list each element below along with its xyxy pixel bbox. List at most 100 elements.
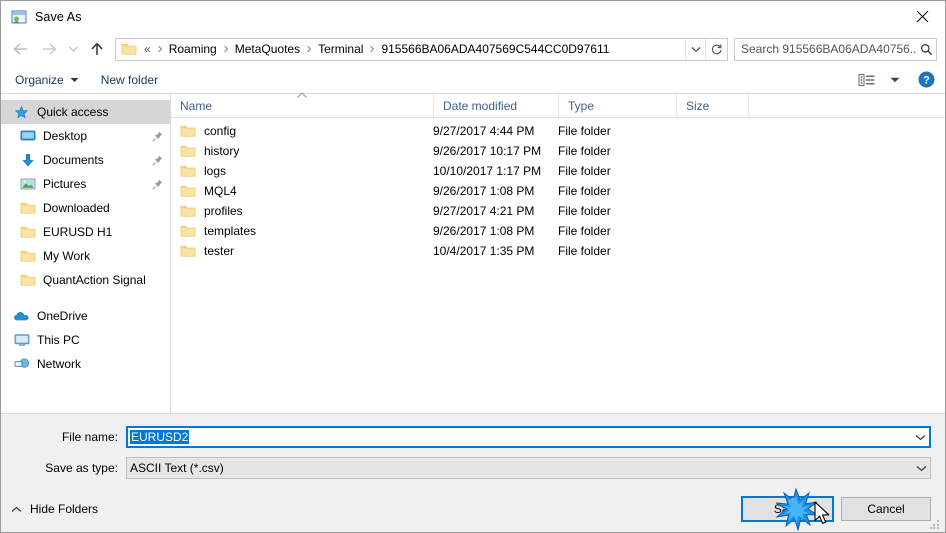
command-toolbar: Organize New folder ? — [1, 66, 945, 94]
save-as-dialog: Save As « Roaming MetaQuotes Terminal 91… — [0, 0, 946, 533]
file-type-cell: File folder — [558, 184, 611, 198]
pin-icon[interactable] — [150, 131, 164, 142]
sidebar-item-pictures[interactable]: Pictures — [1, 172, 170, 196]
cancel-button[interactable]: Cancel — [841, 497, 931, 521]
close-icon[interactable] — [899, 1, 945, 31]
save-form: File name: EURUSD2 Save as type: ASCII T… — [1, 414, 945, 486]
new-folder-button[interactable]: New folder — [101, 73, 158, 87]
help-icon[interactable]: ? — [918, 71, 935, 88]
search-input[interactable]: Search 915566BA06ADA40756... — [734, 37, 937, 61]
desktop-icon — [19, 128, 36, 144]
dialog-button-bar: Hide Folders Save Cancel — [1, 486, 945, 532]
column-header-type[interactable]: Type — [558, 93, 676, 118]
sidebar-item-documents[interactable]: Documents — [1, 148, 170, 172]
sidebar-label: This PC — [37, 333, 80, 347]
sidebar-label: EURUSD H1 — [43, 225, 113, 239]
sidebar-label: Quick access — [37, 105, 109, 119]
sidebar-item-downloaded[interactable]: Downloaded — [1, 196, 170, 220]
file-date-cell: 9/26/2017 10:17 PM — [433, 144, 542, 158]
sidebar-label: My Work — [43, 249, 91, 263]
save-button[interactable]: Save — [741, 496, 834, 522]
file-name-cell: templates — [171, 224, 433, 238]
folder-icon — [180, 164, 196, 178]
column-header-date-modified[interactable]: Date modified — [433, 93, 558, 118]
file-list-pane: Name Date modified Type Size config 9/27… — [171, 92, 945, 413]
column-header-row: Name Date modified Type Size — [171, 92, 945, 118]
sidebar-label: Desktop — [43, 129, 88, 143]
table-row[interactable]: templates 9/26/2017 1:08 PM File folder — [171, 221, 945, 241]
folder-icon — [19, 200, 36, 216]
file-name-cell: history — [171, 144, 433, 158]
up-arrow-icon[interactable] — [83, 35, 111, 63]
sidebar-item-eurusd-h1[interactable]: EURUSD H1 — [1, 220, 170, 244]
file-name-label: config — [204, 124, 237, 138]
recent-locations-icon[interactable] — [63, 35, 83, 63]
table-row[interactable]: config 9/27/2017 4:44 PM File folder — [171, 121, 945, 141]
documents-download-icon — [19, 152, 36, 168]
sidebar-item-this-pc[interactable]: This PC — [1, 328, 170, 352]
file-type-cell: File folder — [558, 244, 611, 258]
table-row[interactable]: tester 10/4/2017 1:35 PM File folder — [171, 241, 945, 261]
sidebar-label: OneDrive — [37, 309, 88, 323]
table-row[interactable]: profiles 9/27/2017 4:21 PM File folder — [171, 201, 945, 221]
new-folder-label: New folder — [100, 72, 159, 87]
file-type-cell: File folder — [558, 224, 611, 238]
address-bar[interactable]: « Roaming MetaQuotes Terminal 915566BA06… — [115, 37, 728, 61]
file-name-label: MQL4 — [204, 184, 237, 198]
network-icon — [13, 356, 30, 372]
file-name-label: templates — [204, 224, 257, 238]
file-date-cell: 9/27/2017 4:21 PM — [433, 204, 535, 218]
back-arrow-icon[interactable] — [7, 35, 35, 63]
sidebar-item-network[interactable]: Network — [1, 352, 170, 376]
sidebar-item-onedrive[interactable]: OneDrive — [1, 304, 170, 328]
view-layout-icon[interactable] — [858, 72, 878, 88]
sidebar-item-my-work[interactable]: My Work — [1, 244, 170, 268]
save-button-label: Save — [773, 502, 802, 516]
hide-folders-button[interactable]: Hide Folders — [11, 502, 98, 516]
folder-icon — [121, 42, 137, 56]
pin-icon[interactable] — [150, 155, 164, 166]
breadcrumb-overflow[interactable]: « — [141, 42, 154, 56]
sidebar-item-quick-access[interactable]: Quick access — [1, 100, 170, 124]
breadcrumb-roaming[interactable]: Roaming — [166, 42, 220, 56]
chevron-down-icon[interactable] — [912, 434, 929, 441]
file-name-input[interactable]: EURUSD2 — [126, 426, 931, 448]
refresh-icon[interactable] — [705, 38, 727, 60]
folder-icon — [180, 244, 196, 258]
breadcrumb-metaquotes[interactable]: MetaQuotes — [232, 42, 303, 56]
file-date-cell: 10/4/2017 1:35 PM — [433, 244, 535, 258]
file-name-label: profiles — [204, 204, 243, 218]
table-row[interactable]: MQL4 9/26/2017 1:08 PM File folder — [171, 181, 945, 201]
table-row[interactable]: history 9/26/2017 10:17 PM File folder — [171, 141, 945, 161]
file-date-cell: 9/26/2017 1:08 PM — [433, 224, 535, 238]
sidebar-label: Pictures — [43, 177, 87, 191]
pin-icon[interactable] — [150, 179, 164, 190]
file-date-cell: 9/26/2017 1:08 PM — [433, 184, 535, 198]
save-as-type-label: Save as type: — [45, 461, 118, 475]
save-as-type-select[interactable]: ASCII Text (*.csv) — [126, 457, 931, 479]
forward-arrow-icon[interactable] — [35, 35, 63, 63]
chevron-down-icon[interactable] — [913, 465, 930, 472]
sidebar-label: QuantAction Signal — [43, 273, 146, 287]
breadcrumb-terminal[interactable]: Terminal — [315, 42, 366, 56]
action-buttons: Save Cancel — [734, 496, 931, 522]
column-header-size[interactable]: Size — [676, 93, 748, 118]
file-type-cell: File folder — [558, 164, 611, 178]
folder-icon — [180, 144, 196, 158]
caret-down-icon — [70, 77, 79, 83]
file-name-label: logs — [204, 164, 227, 178]
organize-button[interactable]: Organize — [15, 73, 79, 87]
sidebar-item-quantaction-signal[interactable]: QuantAction Signal — [1, 268, 170, 292]
file-name-cell: logs — [171, 164, 433, 178]
file-name-cell: tester — [171, 244, 433, 258]
breadcrumb-guid[interactable]: 915566BA06ADA407569C544CC0D97611 — [378, 42, 612, 56]
column-header-filler — [748, 93, 945, 118]
caret-up-icon — [11, 506, 22, 513]
cancel-button-label: Cancel — [867, 502, 905, 516]
sidebar-label: Network — [37, 357, 82, 371]
sidebar-item-desktop[interactable]: Desktop — [1, 124, 170, 148]
caret-down-icon[interactable] — [890, 77, 900, 83]
chevron-down-icon[interactable] — [685, 38, 705, 60]
resize-grip-icon[interactable] — [930, 517, 942, 529]
table-row[interactable]: logs 10/10/2017 1:17 PM File folder — [171, 161, 945, 181]
